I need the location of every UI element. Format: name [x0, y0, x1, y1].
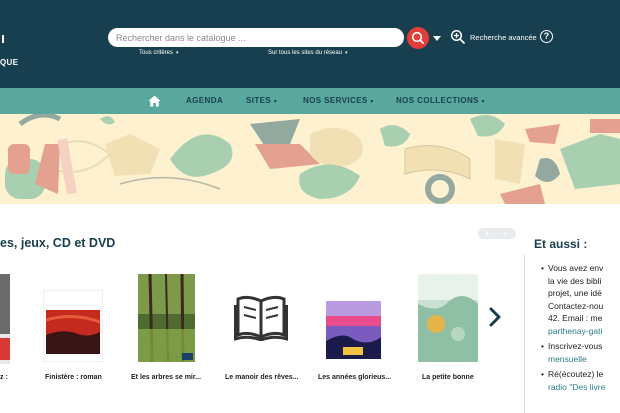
nav-label: NOS COLLECTIONS — [396, 96, 479, 105]
nav-item-sites[interactable]: SITES ▾ — [246, 88, 277, 114]
logo-mark — [0, 35, 4, 43]
search-box — [108, 28, 404, 48]
chevron-down-icon: ▾ — [176, 50, 179, 56]
aside-list: Vous avez env la vie des bibli projet, u… — [541, 262, 620, 394]
criteria-label: Tous critères — [139, 50, 174, 56]
zoom-plus-icon[interactable] — [450, 29, 466, 45]
aside-item: Inscrivez-vous mensuelle — [541, 340, 620, 366]
aside-text: Contactez-nou — [548, 300, 604, 311]
book-caption[interactable]: Et les arbres se mir... — [131, 374, 201, 381]
aside-title: Et aussi : — [534, 237, 588, 251]
nav-item-agenda[interactable]: AGENDA — [186, 88, 223, 114]
chevron-down-icon[interactable] — [433, 36, 441, 41]
aside-text: Vous avez env — [548, 263, 604, 273]
chevron-down-icon: ▾ — [273, 99, 278, 105]
book-cover[interactable] — [0, 274, 10, 364]
chevron-right-icon[interactable] — [488, 307, 502, 327]
aside-link[interactable]: radio "Des livre — [548, 381, 620, 394]
search-button[interactable] — [407, 27, 429, 49]
banner-illustration — [0, 114, 620, 204]
book-caption[interactable]: Le manoir des rêves... — [225, 374, 299, 381]
book-caption[interactable]: z : — [0, 374, 8, 381]
chevron-down-icon: ▾ — [345, 50, 348, 56]
help-circle-icon[interactable]: ? — [540, 30, 553, 43]
decorative-banner — [0, 114, 620, 204]
pager-prev-button[interactable]: ‹ — [486, 228, 489, 239]
book-cover[interactable] — [418, 274, 478, 362]
sites-select[interactable]: Sur tous les sites du réseau ▾ — [268, 50, 348, 56]
pager-next-button[interactable]: › — [504, 228, 507, 239]
chevron-down-icon: ▾ — [370, 99, 374, 105]
aside-divider — [524, 255, 525, 413]
book-caption[interactable]: Finistère : roman — [45, 374, 102, 381]
search-icon — [411, 31, 424, 44]
section-title: es, jeux, CD et DVD — [0, 236, 116, 250]
home-icon[interactable] — [148, 95, 161, 107]
aside-item: Ré(écoutez) le radio "Des livre — [541, 368, 620, 394]
book-cover[interactable] — [138, 274, 195, 362]
book-caption[interactable]: Les années glorieus... — [318, 374, 391, 381]
nav-label: NOS SERVICES — [303, 96, 368, 105]
aside-text: Inscrivez-vous — [548, 341, 603, 351]
criteria-select[interactable]: Tous critères ▾ — [139, 50, 179, 56]
nav-item-services[interactable]: NOS SERVICES ▾ — [303, 88, 374, 114]
aside-link[interactable]: mensuelle — [548, 353, 620, 366]
nav-label: SITES — [246, 96, 272, 105]
logo-text[interactable]: QUE — [0, 58, 18, 67]
main-nav: AGENDA SITES ▾ NOS SERVICES ▾ NOS COLLEC… — [0, 88, 620, 114]
aside-item: Vous avez env la vie des bibli projet, u… — [541, 262, 620, 338]
search-input[interactable] — [108, 28, 404, 48]
aside-text: Ré(écoutez) le — [548, 369, 604, 379]
sites-label: Sur tous les sites du réseau — [268, 50, 343, 56]
book-caption[interactable]: La petite bonne — [422, 374, 474, 381]
nav-label: AGENDA — [186, 96, 224, 105]
aside-text: 42. Email : me — [548, 313, 603, 323]
book-cover[interactable] — [43, 290, 103, 362]
aside-text: la vie des bibli — [548, 275, 602, 286]
advanced-search-link[interactable]: Recherche avancée — [470, 33, 537, 42]
open-book-icon[interactable] — [234, 293, 288, 341]
nav-item-collections[interactable]: NOS COLLECTIONS ▾ — [396, 88, 485, 114]
site-header: QUE Recherche avancée ? Tous critères▾ S… — [0, 0, 620, 88]
book-cover[interactable] — [323, 281, 384, 362]
chevron-down-icon: ▾ — [481, 99, 485, 105]
aside-text: projet, une idé — [548, 288, 602, 298]
aside-link[interactable]: parthenay-gati — [548, 325, 620, 338]
carousel-pager: ‹ › — [478, 228, 516, 239]
